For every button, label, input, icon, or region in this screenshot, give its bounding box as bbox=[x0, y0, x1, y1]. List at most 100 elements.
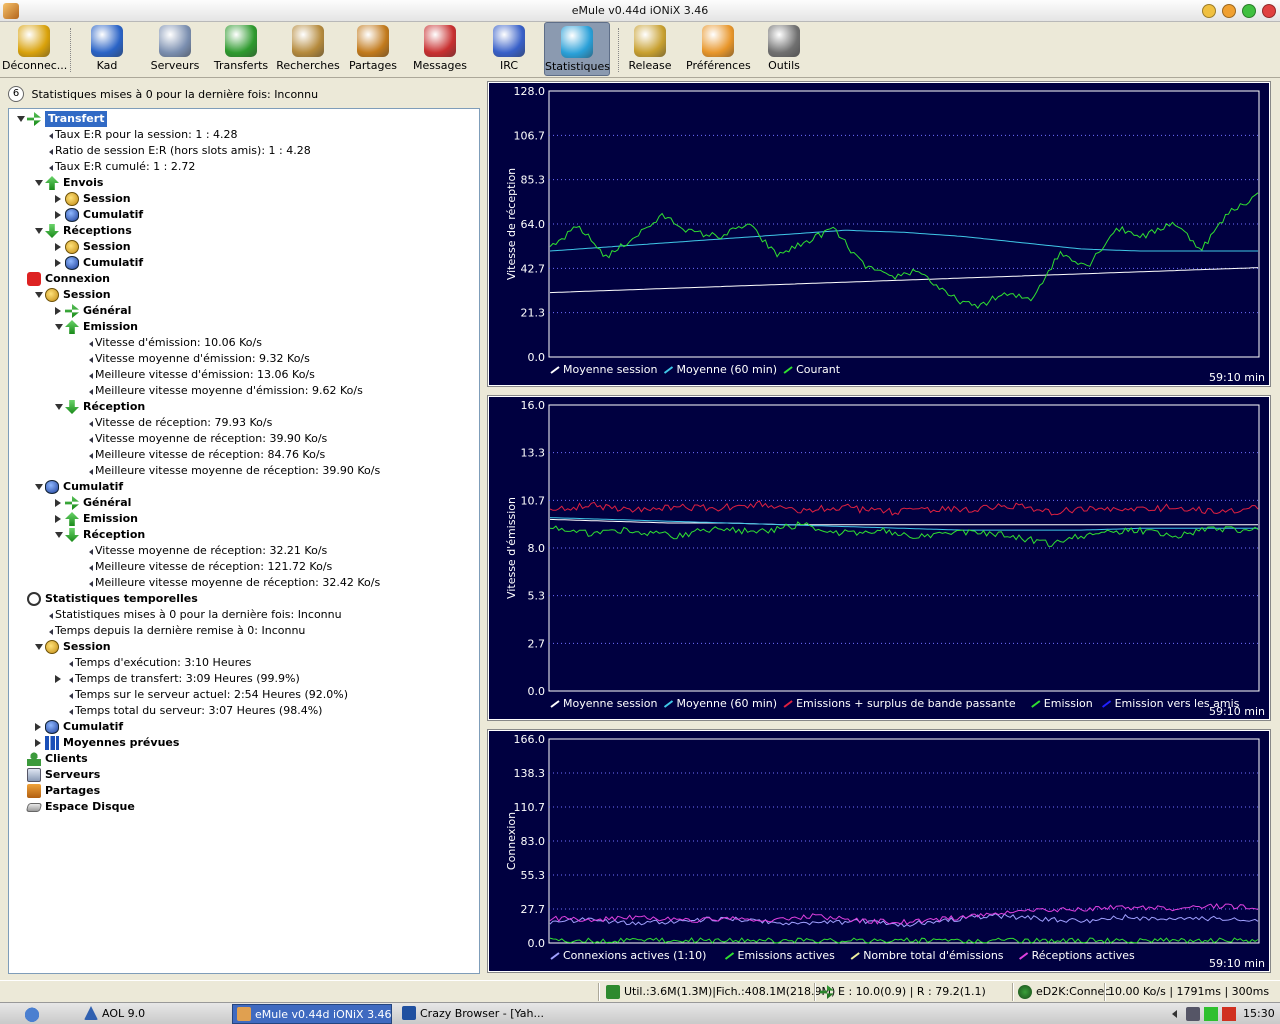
tree-node[interactable]: Clients bbox=[9, 751, 479, 767]
tree-leaf[interactable]: Vitesse moyenne de réception: 32.21 Ko/s bbox=[9, 543, 479, 559]
tree-node[interactable]: Temps de transfert: 3:09 Heures (99.9%) bbox=[9, 671, 479, 687]
y-tick-label: 2.7 bbox=[528, 637, 546, 650]
toolbar-preferences-button[interactable]: Préférences bbox=[686, 22, 751, 76]
leaf-bullet-icon bbox=[49, 629, 53, 635]
status-usage: Util.:3.6M(1.3M)|Fich.:408.1M(218.9M) bbox=[624, 985, 836, 998]
tree-leaf[interactable]: Meilleure vitesse moyenne de réception: … bbox=[9, 463, 479, 479]
collapse-triangle-icon[interactable] bbox=[55, 404, 63, 410]
minimize-button[interactable] bbox=[1202, 4, 1216, 18]
maximize-button[interactable] bbox=[1242, 4, 1256, 18]
tree-leaf[interactable]: Vitesse d'émission: 10.06 Ko/s bbox=[9, 335, 479, 351]
apple-menu-icon[interactable] bbox=[24, 1006, 40, 1022]
toolbar-irc-button[interactable]: IRC bbox=[478, 22, 540, 76]
tree-node[interactable]: Emission bbox=[9, 511, 479, 527]
tree-leaf[interactable]: Temps depuis la dernière remise à 0: Inc… bbox=[9, 623, 479, 639]
collapse-triangle-icon[interactable] bbox=[55, 324, 63, 330]
taskbar-item-crazy-browser[interactable]: Crazy Browser - [Yah... bbox=[398, 1004, 558, 1024]
tree-node[interactable]: Statistiques temporelles bbox=[9, 591, 479, 607]
expand-triangle-icon[interactable] bbox=[55, 243, 61, 251]
tree-leaf[interactable]: Vitesse de réception: 79.93 Ko/s bbox=[9, 415, 479, 431]
toolbar-statistics-button[interactable]: Statistiques bbox=[544, 22, 610, 76]
expand-triangle-icon[interactable] bbox=[55, 195, 61, 203]
legend-swatch bbox=[1101, 700, 1112, 708]
tree-node[interactable]: Serveurs bbox=[9, 767, 479, 783]
taskbar-item-label: Crazy Browser - [Yah... bbox=[420, 1007, 544, 1020]
tray-app-icon[interactable] bbox=[1222, 1007, 1236, 1021]
toolbar-messages-button[interactable]: Messages bbox=[410, 22, 470, 76]
expand-triangle-icon[interactable] bbox=[55, 499, 61, 507]
tree-node[interactable]: Session bbox=[9, 287, 479, 303]
tree-leaf[interactable]: Statistiques mises à 0 pour la dernière … bbox=[9, 607, 479, 623]
taskbar-item-emule[interactable]: eMule v0.44d iONiX 3.46 bbox=[232, 1004, 392, 1024]
expand-triangle-icon[interactable] bbox=[55, 211, 61, 219]
expand-triangle-icon[interactable] bbox=[55, 259, 61, 267]
toolbar-release-button[interactable]: Release bbox=[622, 22, 678, 76]
toolbar-tools-button[interactable]: Outils bbox=[754, 22, 814, 76]
collapse-triangle-icon[interactable] bbox=[35, 180, 43, 186]
collapse-triangle-icon[interactable] bbox=[17, 116, 25, 122]
expand-triangle-icon[interactable] bbox=[55, 307, 61, 315]
toolbar-separator bbox=[618, 28, 620, 72]
tree-leaf[interactable]: Taux E:R cumulé: 1 : 2.72 bbox=[9, 159, 479, 175]
shared-files-icon bbox=[357, 25, 389, 57]
toolbar-transfers-button[interactable]: Transferts bbox=[212, 22, 270, 76]
toolbar-kad-globe-button[interactable]: Kad bbox=[74, 22, 140, 76]
tree-node[interactable]: Transfert bbox=[9, 111, 479, 127]
tree-node[interactable]: Emission bbox=[9, 319, 479, 335]
tree-node[interactable]: Cumulatif bbox=[9, 479, 479, 495]
tree-node[interactable]: Cumulatif bbox=[9, 719, 479, 735]
tray-network-icon[interactable] bbox=[1186, 1007, 1200, 1021]
tree-node[interactable]: Réceptions bbox=[9, 223, 479, 239]
tree-leaf[interactable]: Taux E:R pour la session: 1 : 4.28 bbox=[9, 127, 479, 143]
tree-node[interactable]: Session bbox=[9, 191, 479, 207]
toolbar-search-button[interactable]: Recherches bbox=[276, 22, 340, 76]
tree-leaf[interactable]: Temps d'exécution: 3:10 Heures bbox=[9, 655, 479, 671]
tree-leaf[interactable]: Vitesse moyenne de réception: 39.90 Ko/s bbox=[9, 431, 479, 447]
tree-leaf[interactable]: Vitesse moyenne d'émission: 9.32 Ko/s bbox=[9, 351, 479, 367]
tree-node[interactable]: Session bbox=[9, 239, 479, 255]
toolbar-button-label: IRC bbox=[499, 59, 519, 72]
tree-node[interactable]: Partages bbox=[9, 783, 479, 799]
tree-node[interactable]: Général bbox=[9, 303, 479, 319]
tree-node[interactable]: Espace Disque bbox=[9, 799, 479, 815]
toolbar-shared-files-button[interactable]: Partages bbox=[344, 22, 402, 76]
tree-node[interactable]: Session bbox=[9, 639, 479, 655]
tree-node[interactable]: Réception bbox=[9, 527, 479, 543]
statistics-icon bbox=[561, 26, 593, 58]
expand-triangle-icon[interactable] bbox=[55, 675, 61, 683]
tray-emule-icon[interactable] bbox=[1204, 1007, 1218, 1021]
tree-leaf[interactable]: Meilleure vitesse moyenne de réception: … bbox=[9, 575, 479, 591]
tree-node[interactable]: Cumulatif bbox=[9, 207, 479, 223]
expand-triangle-icon[interactable] bbox=[35, 739, 41, 747]
legend-label: Réceptions actives bbox=[1032, 949, 1135, 962]
collapse-triangle-icon[interactable] bbox=[35, 228, 43, 234]
toolbar-disconnect-button[interactable]: Déconnec... bbox=[2, 22, 67, 76]
restore-button[interactable] bbox=[1222, 4, 1236, 18]
expand-triangle-icon[interactable] bbox=[35, 723, 41, 731]
tree-leaf[interactable]: Temps total du serveur: 3:07 Heures (98.… bbox=[9, 703, 479, 719]
tree-node[interactable]: Moyennes prévues bbox=[9, 735, 479, 751]
tree-leaf[interactable]: Meilleure vitesse d'émission: 13.06 Ko/s bbox=[9, 367, 479, 383]
tray-arrow-icon[interactable] bbox=[1172, 1010, 1177, 1018]
tree-label: Emission bbox=[83, 512, 138, 525]
taskbar-item-aol[interactable]: AOL 9.0 bbox=[80, 1004, 200, 1024]
expand-triangle-icon[interactable] bbox=[55, 515, 61, 523]
close-button[interactable] bbox=[1262, 4, 1276, 18]
tree-node[interactable]: Cumulatif bbox=[9, 255, 479, 271]
tree-node[interactable]: Envois bbox=[9, 175, 479, 191]
collapse-triangle-icon[interactable] bbox=[35, 484, 43, 490]
collapse-triangle-icon[interactable] bbox=[35, 292, 43, 298]
tree-leaf[interactable]: Meilleure vitesse moyenne d'émission: 9.… bbox=[9, 383, 479, 399]
toolbar-servers-button[interactable]: Serveurs bbox=[146, 22, 204, 76]
tree-leaf[interactable]: Temps sur le serveur actuel: 2:54 Heures… bbox=[9, 687, 479, 703]
statistics-tree[interactable]: Transfert Taux E:R pour la session: 1 : 4… bbox=[8, 108, 480, 974]
tree-leaf[interactable]: Meilleure vitesse de réception: 84.76 Ko… bbox=[9, 447, 479, 463]
collapse-triangle-icon[interactable] bbox=[35, 644, 43, 650]
collapse-triangle-icon[interactable] bbox=[55, 532, 63, 538]
tree-node[interactable]: Réception bbox=[9, 399, 479, 415]
search-icon bbox=[292, 25, 324, 57]
tree-node[interactable]: Général bbox=[9, 495, 479, 511]
tree-leaf[interactable]: Ratio de session E:R (hors slots amis): … bbox=[9, 143, 479, 159]
tree-node[interactable]: Connexion bbox=[9, 271, 479, 287]
tree-leaf[interactable]: Meilleure vitesse de réception: 121.72 K… bbox=[9, 559, 479, 575]
